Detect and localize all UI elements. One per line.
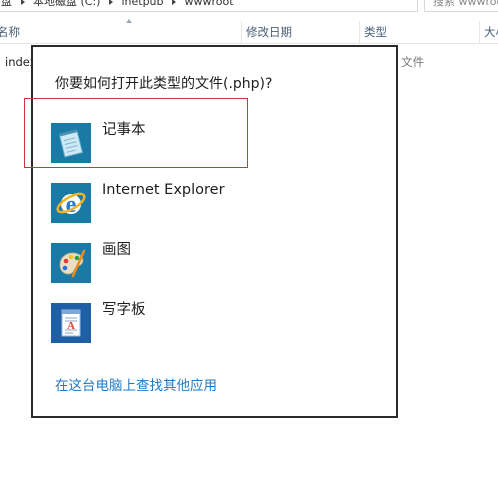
app-label-wordpad: 写字板 — [102, 302, 146, 318]
column-header-type[interactable]: 类型 — [359, 21, 479, 43]
address-bar[interactable]: 盘 本地磁盘 (C:) inetpub wwwroot — [0, 0, 418, 12]
breadcrumb-item-inetpub[interactable]: inetpub — [121, 0, 163, 8]
column-header-date[interactable]: 修改日期 — [241, 21, 359, 43]
column-header-row: 名称 修改日期 类型 大小 — [0, 21, 498, 44]
breadcrumb-separator-icon[interactable] — [20, 0, 25, 5]
selection-highlight — [24, 98, 248, 168]
breadcrumb-item-wwwroot[interactable]: wwwroot — [185, 0, 234, 8]
breadcrumb-item-drive[interactable]: 本地磁盘 (C:) — [33, 0, 100, 8]
column-header-size[interactable]: 大小 — [479, 21, 498, 43]
app-item-paint[interactable]: 画图 — [51, 241, 251, 285]
breadcrumb-separator-icon[interactable] — [172, 0, 177, 5]
wordpad-icon: A — [51, 303, 91, 343]
find-other-apps-link[interactable]: 在这台电脑上查找其他应用 — [55, 374, 217, 394]
column-header-name[interactable]: 名称 — [0, 21, 242, 43]
app-label-internet-explorer: Internet Explorer — [102, 182, 225, 198]
paint-icon — [51, 243, 91, 283]
search-input[interactable]: 搜索 wwwroot — [424, 0, 498, 12]
breadcrumb-separator-icon[interactable] — [108, 0, 113, 5]
explorer-toolbar: 盘 本地磁盘 (C:) inetpub wwwroot 搜索 wwwroot — [0, 0, 498, 18]
sort-up-icon — [126, 19, 132, 23]
svg-text:A: A — [67, 320, 75, 332]
app-item-wordpad[interactable]: A 写字板 — [51, 301, 251, 345]
breadcrumb-prefix: 盘 — [1, 0, 12, 8]
dialog-title: 你要如何打开此类型的文件(.php)? — [55, 76, 273, 92]
file-name[interactable]: index.php — [5, 52, 31, 72]
internet-explorer-icon: e — [51, 183, 91, 223]
app-label-paint: 画图 — [102, 242, 131, 258]
open-with-dialog: 你要如何打开此类型的文件(.php)? 记事本 e Internet Explo… — [24, 45, 398, 418]
app-item-internet-explorer[interactable]: e Internet Explorer — [51, 181, 251, 225]
